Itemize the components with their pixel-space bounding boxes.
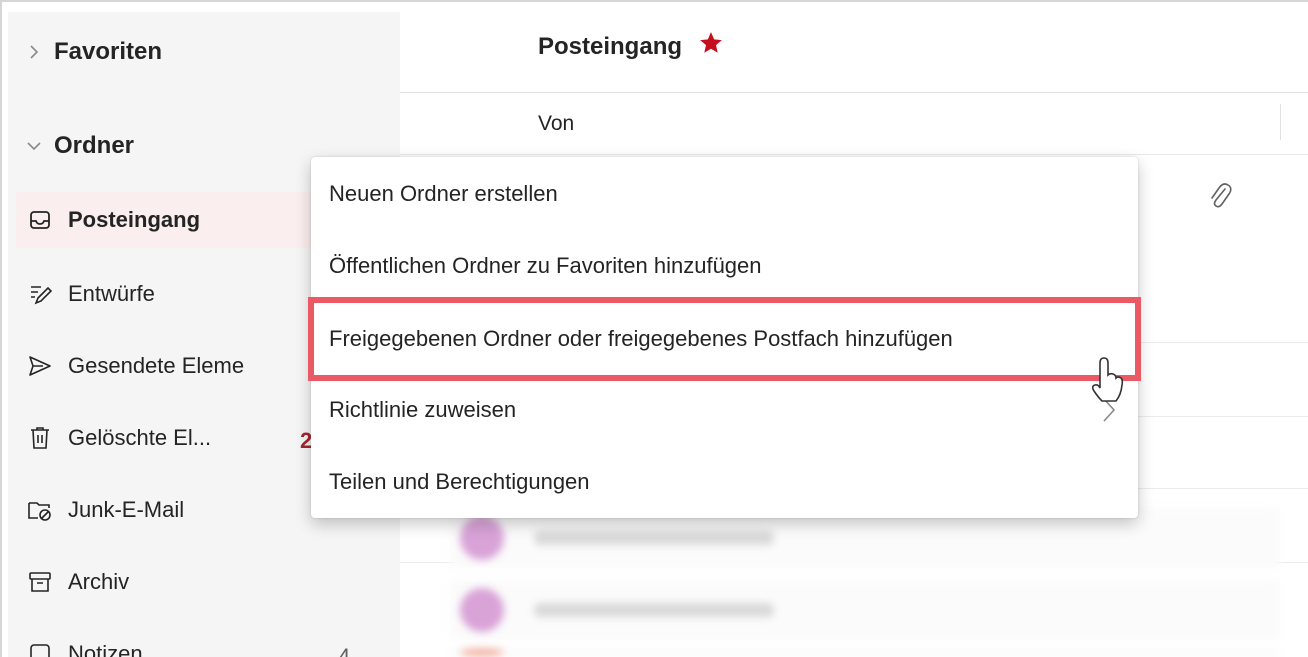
menu-item-label: Freigegebenen Ordner oder freigegebenes …	[329, 326, 953, 351]
sidebar-item-deleted[interactable]: Gelöschte El...	[26, 410, 211, 466]
trash-icon	[26, 424, 54, 452]
sidebar-item-label: Gesendete Eleme	[68, 353, 245, 378]
divider	[400, 154, 1308, 155]
sidebar-item-drafts[interactable]: Entwürfe	[26, 266, 155, 322]
notes-icon	[26, 640, 54, 657]
sidebar-item-label: Entwürfe	[68, 281, 155, 306]
chevron-down-icon	[20, 140, 48, 152]
sidebar-item-label: Junk-E-Mail	[68, 497, 185, 522]
sidebar-item-inbox[interactable]: Posteingang	[16, 192, 316, 248]
menu-item-label: Öffentlichen Ordner zu Favoriten hinzufü…	[329, 253, 762, 278]
chevron-right-icon	[20, 44, 48, 60]
sidebar-item-notes[interactable]: Notizen	[26, 626, 143, 657]
menu-item-add-public-folder-to-favorites[interactable]: Öffentlichen Ordner zu Favoriten hinzufü…	[311, 231, 1138, 301]
sidebar-item-junk[interactable]: Junk-E-Mail	[26, 482, 184, 538]
list-item[interactable]	[450, 648, 1280, 657]
list-title-label: Posteingang	[538, 32, 683, 60]
sidebar-item-label: Gelöschte El...	[68, 425, 212, 450]
avatar	[460, 516, 504, 560]
send-icon	[26, 352, 54, 380]
notes-count: 4	[338, 644, 351, 657]
sidebar-item-label: Archiv	[68, 569, 130, 594]
menu-item-label: Richtlinie zuweisen	[329, 397, 517, 422]
avatar	[460, 588, 504, 632]
blurred-sender	[534, 531, 774, 545]
sidebar-item-archive[interactable]: Archiv	[26, 554, 129, 610]
attachment-icon	[1206, 180, 1232, 215]
menu-item-new-folder[interactable]: Neuen Ordner erstellen	[311, 159, 1138, 229]
menu-item-assign-policy[interactable]: Richtlinie zuweisen	[311, 375, 1138, 445]
favorites-label: Favoriten	[54, 38, 163, 65]
sidebar-item-label: Notizen	[68, 641, 143, 657]
hand-cursor-icon	[1086, 355, 1126, 410]
sidebar-item-sent[interactable]: Gesendete Eleme	[26, 338, 244, 394]
page-title: Posteingang	[538, 30, 724, 63]
avatar	[460, 648, 504, 657]
favorites-section-header[interactable]: Favoriten	[8, 32, 162, 72]
menu-item-sharing-permissions[interactable]: Teilen und Berechtigungen	[311, 447, 1138, 517]
divider	[400, 92, 1308, 93]
star-icon[interactable]	[698, 30, 724, 63]
archive-icon	[26, 568, 54, 596]
blurred-sender	[534, 603, 774, 617]
inbox-icon	[26, 206, 54, 234]
column-separator[interactable]	[1280, 104, 1281, 140]
folders-label: Ordner	[54, 132, 135, 159]
menu-item-label: Teilen und Berechtigungen	[329, 469, 590, 494]
column-header-from[interactable]: Von	[538, 112, 574, 136]
context-menu: Neuen Ordner erstellen Öffentlichen Ordn…	[308, 157, 1141, 518]
menu-item-add-shared-folder-or-mailbox[interactable]: Freigegebenen Ordner oder freigegebenes …	[308, 297, 1141, 381]
sidebar-item-label: Posteingang	[68, 207, 201, 232]
folders-section-header[interactable]: Ordner	[8, 126, 134, 166]
list-item[interactable]	[450, 580, 1280, 640]
menu-item-label: Neuen Ordner erstellen	[329, 181, 558, 206]
draft-pen-icon	[26, 280, 54, 308]
junk-folder-icon	[26, 496, 54, 524]
